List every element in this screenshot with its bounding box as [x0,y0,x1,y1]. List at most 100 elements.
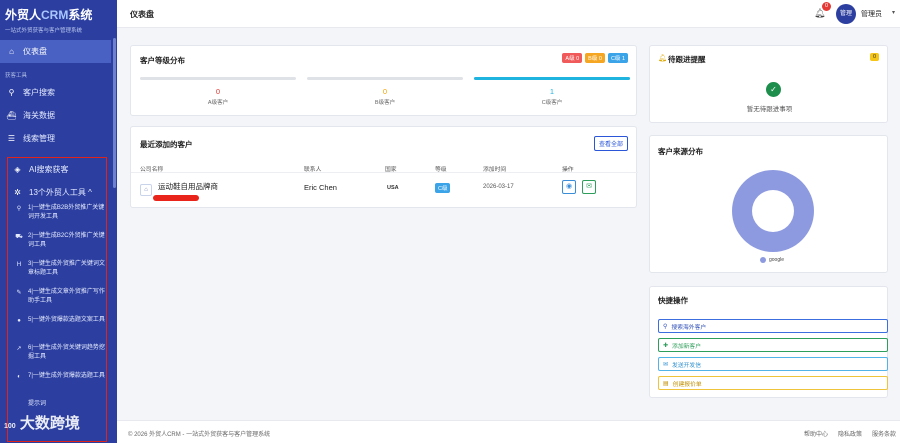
list-icon: ☰ [7,134,16,143]
grade-col-c: 1 C级客户 [474,77,630,106]
col-actions: 操作 [562,167,574,173]
donut-hole [752,190,794,232]
cart-icon: ⛟ [15,234,23,240]
sidebar-section-label: 获客工具 [5,73,28,79]
contact-name: Eric Chen [304,183,337,192]
followup-card: 🔔︎ 待跟进提醒 0 ✓ 暂无待跟进事项 [649,45,888,123]
search-icon: ⚲ [663,323,668,330]
grade-label-c: C级客户 [541,100,563,106]
quick-actions-card: 快捷操作 ⚲ 搜索海外客户 ✚ 添加新客户 ✉ 发送开发信 ▤ 创建报价单 [649,286,888,398]
chevron-down-icon[interactable]: ▾ [892,9,895,16]
tool-item-3[interactable]: H 3|一键生成外贸推广关键词文章标题工具 [8,260,106,288]
tools-highlight-box: ◈ AI搜索获客 ✲ 13个外贸人工具 ^ ⚲ 1|一键生成B2B外贸推广关键词开发工… [7,157,107,442]
grade-distribution-card: 客户等级分布 A级 0 B级 0 C级 1 0 A级客户 0 B级客户 1 C级… [130,45,637,116]
tool-item-7[interactable]: ◐ 7|一键生成外贸爆款选题工具 [8,372,106,400]
company-name[interactable]: 运动鞋自用品牌商 [158,181,218,192]
sidebar-item-customer-search[interactable]: ⚲ 客户搜索 [0,81,117,104]
footer-links: 帮助中心 隐私政策 服务条款 [804,429,896,438]
tool-item-4[interactable]: ✎ 4|一键生成文章外贸推广写作助手工具 [8,288,106,316]
col-company: 公司名称 [140,167,164,173]
trend-icon: ↗ [16,346,22,352]
grade-count-b: 0 [382,87,388,96]
quick-card-title: 快捷操作 [658,296,688,305]
recent-card-title: 最近添加的客户 [140,140,193,149]
add-customer-button[interactable]: ✚ 添加新客户 [658,338,888,352]
recent-customers-card: 最近添加的客户 查看全部 公司名称 联系人 国家 等级 添加时间 操作 ⌂ 运动… [130,126,638,208]
brand[interactable]: 外贸人CRM系统 一站式外贸获客与客户管理系统 [0,0,117,36]
tool-item-5[interactable]: ● 5|一键外贸爆款选题文案工具 [8,316,106,344]
sidebar: 外贸人CRM系统 一站式外贸获客与客户管理系统 ⌂ 仪表盘 获客工具 ⚲ 客户搜索 … [0,0,117,443]
home-icon: ⌂ [9,47,14,56]
chart-legend[interactable]: google [760,257,784,263]
sidebar-item-leads[interactable]: ☰ 线索管理 [0,127,117,150]
grade-bar-b [307,77,463,80]
table-header: 公司名称 联系人 国家 等级 添加时间 操作 [131,161,638,173]
bulb-icon: ● [17,318,21,324]
search-customers-button[interactable]: ⚲ 搜索海外客户 [658,319,888,333]
col-country: 国家 [385,167,397,173]
brand-subtitle: 一站式外贸获客与客户管理系统 [5,28,83,34]
copyright: © 2026 外贸人CRM - 一站式外贸获客与客户管理系统 [128,432,271,438]
prompt-icon [14,400,24,401]
source-card-title: 客户来源分布 [658,147,703,156]
grade-count-a: 0 [215,87,221,96]
sidebar-item-ai-search[interactable]: ◈ AI搜索获客 [8,158,106,181]
notification-badge: 0 [822,2,831,11]
username[interactable]: 管理员 [861,9,882,19]
bell-icon: 🔔︎ [658,55,667,62]
followup-count-badge: 0 [869,53,879,61]
brand-title: 外贸人CRM系统 [5,8,93,22]
tool-item-6[interactable]: ↗ 6|一键生成外贸关键词趋势挖掘工具 [8,344,106,372]
redaction-mark [153,195,199,201]
avatar[interactable]: 管理 [836,4,856,24]
sidebar-item-tools[interactable]: ✲ 13个外贸人工具 ^ [8,181,106,204]
donut-slice-google[interactable] [732,170,814,252]
fire-icon: ◐ [17,374,21,380]
grade-badges: A级 0 B级 0 C级 1 [562,53,628,63]
heading-icon: H [16,262,22,268]
grade-badge-c: C级 1 [607,53,628,63]
grade-badge-a: A级 0 [562,53,583,63]
sidebar-scrollbar[interactable] [113,38,116,188]
followup-card-title: 待跟进提醒 [668,55,706,64]
sidebar-item-dashboard[interactable]: ⌂ 仪表盘 [0,40,111,63]
grade-badge-b: B级 0 [585,53,605,63]
footer: © 2026 外贸人CRM - 一站式外贸获客与客户管理系统 帮助中心 隐私政策… [117,420,900,443]
grade-bar-a [140,77,296,80]
building-icon: ⌂ [140,184,152,196]
search-icon: ⚲ [16,206,22,212]
search-icon: ⚲ [8,88,15,97]
watermark: 100 大数跨境 [4,415,80,432]
add-user-icon: ✚ [663,342,669,349]
check-circle-icon: ✓ [766,82,781,97]
grade-col-a: 0 A级客户 [140,77,296,106]
col-grade: 等级 [435,167,447,173]
view-button[interactable]: ◉ [562,180,576,194]
footer-link-privacy[interactable]: 隐私政策 [838,429,862,438]
tool-item-1[interactable]: ⚲ 1|一键生成B2B外贸推广关键词开发工具 [8,204,106,232]
footer-link-help[interactable]: 帮助中心 [804,429,828,438]
followup-empty-text: 暂无待跟进事项 [746,106,793,113]
table-row[interactable]: ⌂ 运动鞋自用品牌商 Eric Chen USA C级 2026-03-17 ◉… [131,175,638,205]
country-code: USA [387,185,399,191]
topbar: 仪表盘 🔔︎ 0 管理 管理员 ▾ [117,0,900,28]
grade-label-a: A级客户 [207,100,229,106]
envelope-icon: ✉ [586,183,592,190]
grade-col-b: 0 B级客户 [307,77,463,106]
document-icon: ▤ [663,380,669,387]
ship-icon: ⛴ [6,111,17,120]
grade-card-title: 客户等级分布 [140,56,185,65]
eye-icon: ◉ [565,183,573,190]
legend-label: google [769,257,785,263]
send-email-button[interactable]: ✉ 发送开发信 [658,357,888,371]
grade-columns: 0 A级客户 0 B级客户 1 C级客户 [140,77,630,106]
email-button[interactable]: ✉ [582,180,596,194]
col-contact: 联系人 [304,167,322,173]
view-all-button[interactable]: 查看全部 [593,136,628,151]
sidebar-item-customs-data[interactable]: ⛴ 海关数据 [0,104,117,127]
footer-link-terms[interactable]: 服务条款 [872,429,896,438]
tool-item-2[interactable]: ⛟ 2|一键生成B2C外贸推广关键词工具 [8,232,106,260]
added-date: 2026-03-17 [483,184,514,190]
grade-bar-c [474,77,630,80]
create-quote-button[interactable]: ▤ 创建报价单 [658,376,888,390]
